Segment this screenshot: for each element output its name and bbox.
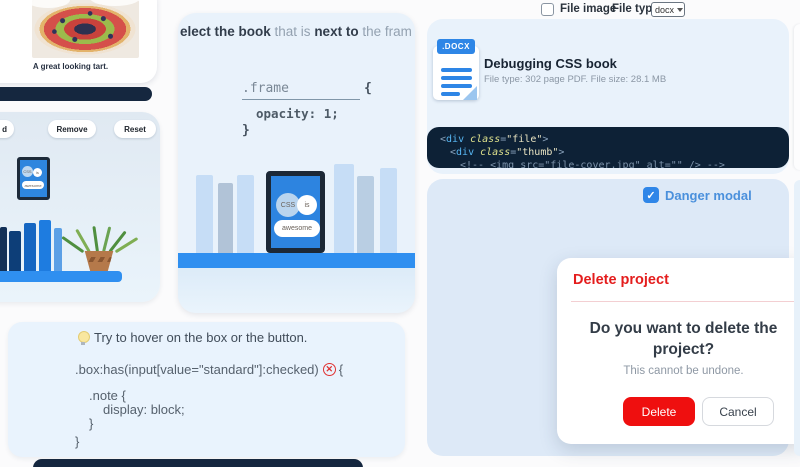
code-close-brace: }	[242, 123, 250, 138]
folded-corner-icon	[463, 86, 477, 100]
danger-modal-checkbox[interactable]: ✓	[643, 187, 659, 203]
cancel-button[interactable]: Cancel	[702, 397, 774, 426]
remove-button[interactable]: Remove	[48, 120, 96, 138]
delete-button[interactable]: Delete	[623, 397, 695, 426]
select-book-exercise-card: elect the book that is next to the fram …	[178, 13, 415, 313]
chevron-down-icon	[677, 7, 684, 12]
book[interactable]	[54, 228, 62, 271]
modal-title: Delete project	[573, 272, 669, 288]
css-frame-picture[interactable]: CSS is awesome	[266, 171, 325, 253]
book[interactable]	[380, 168, 397, 253]
tart-card: A great looking tart.	[0, 0, 157, 83]
file-image-checkbox[interactable]	[541, 3, 554, 16]
plant-pot	[84, 251, 114, 271]
modal-note: This cannot be undone.	[623, 365, 744, 377]
book[interactable]	[39, 220, 51, 271]
book[interactable]	[218, 183, 233, 253]
file-card-title: Debugging CSS book	[484, 56, 617, 71]
shelf	[0, 271, 122, 282]
modal-divider	[571, 301, 800, 302]
file-type-value: docx	[655, 4, 675, 15]
code-body: opacity: 1;	[256, 106, 339, 121]
reset-button[interactable]: Reset	[114, 120, 156, 138]
file-card-meta: File type: 302 page PDF. File size: 28.1…	[484, 74, 667, 85]
book[interactable]	[237, 175, 254, 253]
plant-leaves	[61, 220, 139, 254]
frame-word-is: is	[297, 195, 317, 215]
book[interactable]	[196, 175, 213, 253]
hover-hint-panel: Try to hover on the box or the button. .…	[8, 322, 405, 457]
question-line1: Do you want to delete the	[589, 320, 778, 337]
code-line: <div class="thumb">	[450, 147, 565, 158]
error-circle-icon: ✕	[322, 363, 336, 376]
doc-line	[441, 76, 472, 80]
screenshot-collage: A great looking tart. d Remove Reset CSS…	[0, 0, 800, 467]
book[interactable]	[357, 176, 374, 253]
frame-word-is: is	[33, 168, 42, 177]
code-line: }	[89, 416, 94, 431]
frame-word-css: CSS	[22, 166, 33, 177]
doc-line	[441, 92, 460, 96]
book[interactable]	[0, 227, 7, 271]
open-brace: {	[338, 362, 344, 377]
tart-photo	[32, 0, 139, 58]
tart-caption: A great looking tart.	[32, 62, 109, 71]
card-edge-sliver	[794, 180, 800, 456]
code-line: display: block;	[103, 402, 185, 417]
title-seg: next to	[314, 24, 363, 39]
book[interactable]	[334, 164, 354, 253]
title-seg: elect the book	[180, 24, 275, 39]
css-frame-picture[interactable]: CSS is awesome	[17, 157, 50, 200]
modal-question: Do you want to delete the project?	[557, 318, 800, 360]
checkmark-icon: ✓	[646, 189, 656, 202]
title-seg: that is	[274, 24, 315, 39]
remove-button-label: Remove	[56, 124, 88, 134]
selector-text: .box:has(input[value="standard"]:checked…	[75, 362, 319, 377]
doc-line	[441, 68, 472, 72]
html-code-block: <div class="file"> <div class="thumb"> <…	[427, 127, 789, 168]
lightbulb-icon	[78, 330, 90, 345]
file-image-label: File image	[560, 3, 617, 15]
hover-hint-text: Try to hover on the box or the button.	[94, 330, 308, 345]
code-open-brace: {	[364, 81, 372, 96]
code-line: }	[75, 434, 80, 449]
book[interactable]	[9, 231, 21, 271]
title-seg: the fram	[362, 24, 412, 39]
shelf	[178, 253, 415, 268]
frame-word-awesome: awesome	[274, 220, 320, 237]
book[interactable]	[24, 223, 36, 271]
reset-button-label: Reset	[124, 124, 146, 134]
code-line: .box:has(input[value="standard"]:checked…	[75, 362, 343, 377]
fruit-tart-image	[34, 3, 136, 55]
docx-badge: .DOCX	[437, 39, 475, 54]
bookshelf-demo-panel: d Remove Reset CSS is awesome	[0, 112, 160, 302]
shelf-shadow	[178, 268, 415, 313]
dark-code-bar	[0, 87, 152, 101]
selector-answer-input[interactable]: .frame	[242, 81, 360, 100]
hover-hint-heading: Try to hover on the box or the button.	[78, 330, 307, 345]
dark-code-bar-bottom	[33, 459, 363, 467]
code-line: <!-- <img src="file-cover.jpg" alt="" />…	[460, 160, 725, 168]
card-edge-sliver	[794, 24, 800, 170]
code-line: <div class="file">	[440, 134, 549, 145]
file-type-select[interactable]: docx	[651, 2, 685, 17]
partial-button[interactable]: d	[0, 120, 14, 138]
frame-word-awesome: awesome	[22, 181, 44, 189]
code-line: .note {	[89, 388, 126, 403]
partial-button-label: d	[2, 124, 7, 134]
danger-modal-label: Danger modal	[665, 188, 752, 203]
question-line2: project?	[652, 341, 715, 358]
delete-project-modal: Delete project Do you want to delete the…	[557, 258, 800, 444]
exercise-title: elect the book that is next to the fram	[180, 24, 412, 39]
